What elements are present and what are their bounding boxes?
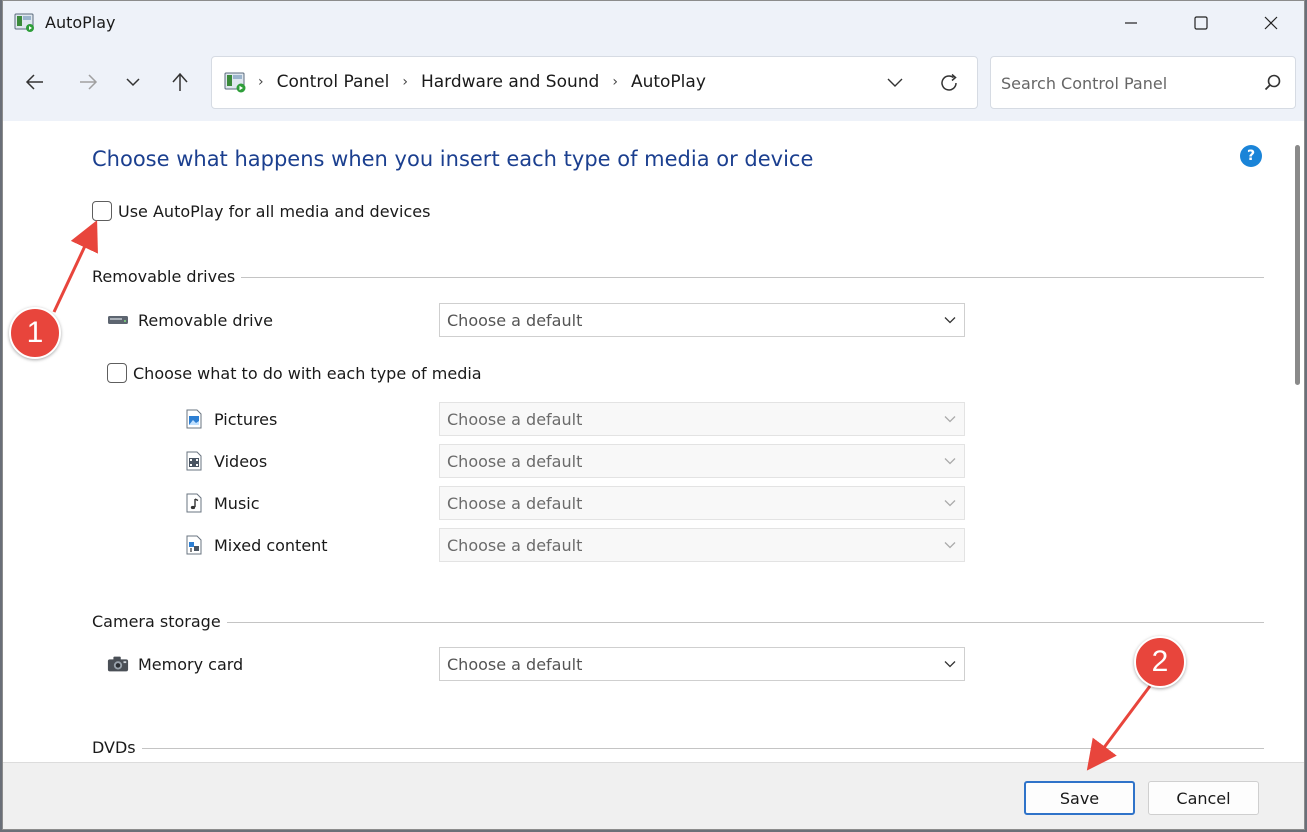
- select-value: Choose a default: [447, 493, 583, 513]
- minimize-button[interactable]: [1096, 1, 1166, 45]
- camera-icon: [107, 654, 129, 674]
- music-select[interactable]: Choose a default: [439, 486, 965, 520]
- per-media-checkbox[interactable]: [107, 363, 127, 383]
- select-value: Choose a default: [447, 535, 583, 555]
- section-title: Removable drives: [92, 266, 236, 286]
- page-title: Choose what happens when you insert each…: [92, 147, 814, 171]
- section-dvds: DVDs: [92, 735, 1264, 759]
- back-button[interactable]: [18, 67, 52, 97]
- title-bar: AutoPlay: [3, 1, 1304, 45]
- navigation-bar: › Control Panel › Hardware and Sound › A…: [3, 45, 1304, 121]
- breadcrumb-separator: ›: [258, 74, 264, 90]
- videos-select[interactable]: Choose a default: [439, 444, 965, 478]
- item-label-text: Memory card: [138, 654, 244, 674]
- item-label-text: Pictures: [214, 409, 278, 429]
- per-media-option[interactable]: Choose what to do with each type of medi…: [107, 363, 482, 383]
- use-autoplay-label: Use AutoPlay for all media and devices: [118, 201, 431, 221]
- autoplay-window: AutoPlay › Control Panel › Hardware and …: [2, 0, 1305, 830]
- drive-icon: [107, 310, 129, 330]
- use-autoplay-option[interactable]: Use AutoPlay for all media and devices: [92, 201, 430, 221]
- refresh-button[interactable]: [934, 70, 964, 96]
- forward-arrow-icon: [80, 74, 98, 90]
- up-button[interactable]: [163, 67, 197, 97]
- breadcrumb-separator: ›: [612, 74, 618, 90]
- item-label-text: Videos: [214, 451, 268, 471]
- forward-button[interactable]: [71, 67, 105, 97]
- vertical-scrollbar[interactable]: [1287, 121, 1304, 762]
- minimize-icon: [1125, 22, 1137, 24]
- control-panel-icon: [14, 13, 34, 32]
- removable-drive-select[interactable]: Choose a default: [439, 303, 965, 337]
- scrollbar-thumb[interactable]: [1295, 145, 1300, 385]
- search-box: [990, 56, 1296, 109]
- item-label-text: Music: [214, 493, 260, 513]
- mixed-content-select[interactable]: Choose a default: [439, 528, 965, 562]
- window-title: AutoPlay: [45, 13, 116, 32]
- use-autoplay-checkbox[interactable]: [92, 201, 112, 221]
- chevron-down-icon: [887, 78, 903, 87]
- content-area: Choose what happens when you insert each…: [3, 121, 1283, 762]
- maximize-icon: [1194, 16, 1208, 30]
- control-panel-icon: [224, 72, 246, 93]
- item-label-text: Removable drive: [138, 310, 273, 330]
- breadcrumb-autoplay[interactable]: AutoPlay: [631, 72, 706, 92]
- address-bar[interactable]: › Control Panel › Hardware and Sound › A…: [211, 56, 978, 109]
- maximize-button[interactable]: [1166, 1, 1236, 45]
- item-label-text: Mixed content: [214, 535, 328, 555]
- per-media-label: Choose what to do with each type of medi…: [133, 363, 482, 383]
- section-title: Camera storage: [92, 611, 221, 631]
- media-mixed-content-label: Mixed content: [183, 535, 328, 555]
- breadcrumb-control-panel[interactable]: Control Panel: [277, 72, 390, 92]
- dialog-footer: Save Cancel: [3, 762, 1304, 829]
- search-input[interactable]: [1001, 71, 1251, 95]
- music-icon: [183, 493, 205, 513]
- breadcrumb-separator: ›: [402, 74, 408, 90]
- chevron-down-icon: [944, 416, 956, 423]
- chevron-down-icon: [944, 542, 956, 549]
- section-camera-storage: Camera storage: [92, 609, 1264, 633]
- chevron-down-icon: [944, 500, 956, 507]
- section-divider: [241, 276, 1264, 278]
- select-value: Choose a default: [447, 310, 583, 330]
- mixed-content-icon: [183, 535, 205, 555]
- video-icon: [183, 451, 205, 471]
- breadcrumb-hardware-and-sound[interactable]: Hardware and Sound: [421, 72, 599, 92]
- section-title: DVDs: [92, 737, 136, 757]
- section-divider: [226, 621, 1264, 623]
- back-arrow-icon: [25, 74, 43, 90]
- select-value: Choose a default: [447, 409, 583, 429]
- cancel-button[interactable]: Cancel: [1148, 781, 1259, 815]
- breadcrumb: › Control Panel › Hardware and Sound › A…: [258, 72, 706, 92]
- address-history-button[interactable]: [880, 71, 910, 95]
- media-videos-label: Videos: [183, 451, 267, 471]
- removable-drive-label: Removable drive: [107, 310, 273, 330]
- close-button[interactable]: [1236, 1, 1304, 45]
- chevron-down-icon: [944, 317, 956, 324]
- recent-locations-button[interactable]: [116, 67, 150, 97]
- memory-card-select[interactable]: Choose a default: [439, 647, 965, 681]
- media-music-label: Music: [183, 493, 260, 513]
- section-removable-drives: Removable drives: [92, 264, 1264, 288]
- section-divider: [141, 747, 1264, 749]
- chevron-down-icon: [126, 78, 140, 87]
- media-pictures-label: Pictures: [183, 409, 277, 429]
- pictures-select[interactable]: Choose a default: [439, 402, 965, 436]
- chevron-down-icon: [944, 458, 956, 465]
- up-arrow-icon: [172, 72, 188, 91]
- search-icon[interactable]: [1263, 73, 1283, 93]
- refresh-icon: [941, 73, 957, 91]
- picture-icon: [183, 409, 205, 429]
- memory-card-label: Memory card: [107, 654, 243, 674]
- chevron-down-icon: [944, 661, 956, 668]
- help-icon[interactable]: ?: [1240, 145, 1262, 167]
- select-value: Choose a default: [447, 654, 583, 674]
- close-icon: [1264, 16, 1278, 30]
- select-value: Choose a default: [447, 451, 583, 471]
- save-button[interactable]: Save: [1024, 781, 1135, 815]
